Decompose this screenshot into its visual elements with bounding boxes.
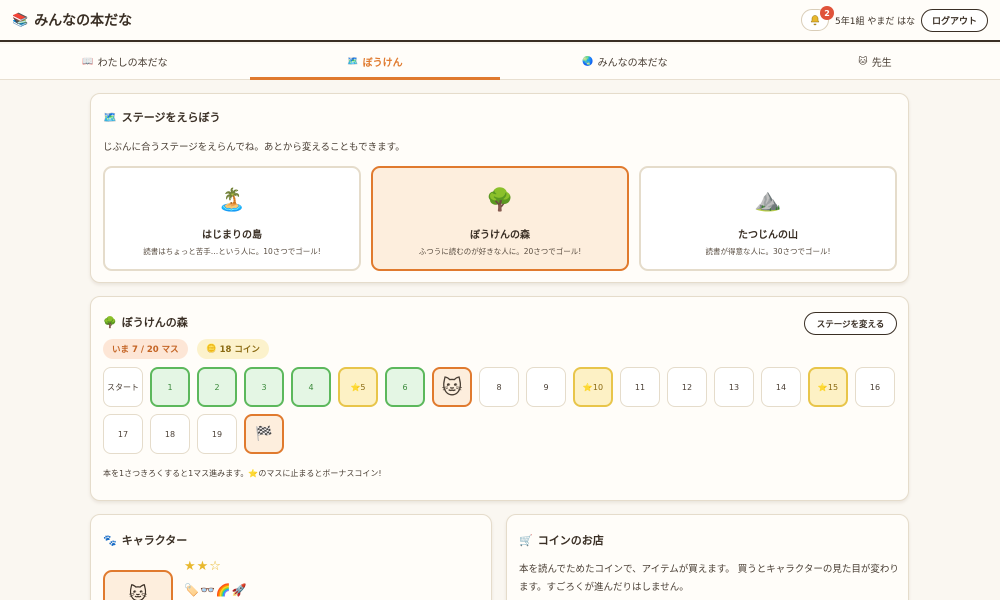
- cat-icon: 🐱: [858, 56, 868, 67]
- board-title: 🌳 ぼうけんの森: [103, 315, 188, 330]
- map-icon: 🗺️: [347, 56, 359, 67]
- board-card: 🌳 ぼうけんの森 ステージを変える いま 7 / 20 マス 🪙 18 コイン …: [90, 296, 909, 501]
- board-cell: 19: [197, 414, 237, 454]
- stage-info: 読書はちょっと苦手…という人に。10さつでゴール!: [143, 247, 321, 256]
- board-cell: 2: [197, 367, 237, 407]
- board-cell: 13: [714, 367, 754, 407]
- logout-button[interactable]: ログアウト: [921, 9, 988, 32]
- coin-badge: 🪙 18 コイン: [197, 339, 269, 359]
- board-cell: 3: [244, 367, 284, 407]
- tab-label: ぼうけん: [362, 58, 403, 69]
- globe-icon: 🌏: [582, 56, 594, 67]
- app-brand[interactable]: 📚 みんなの本だな: [12, 10, 132, 30]
- island-icon: 🏝️: [218, 188, 246, 213]
- board-cell: 6: [385, 367, 425, 407]
- board-cell: 18: [150, 414, 190, 454]
- tab-label: わたしの本だな: [97, 58, 168, 69]
- user-name: 5年1組 やまだ はな: [835, 17, 916, 27]
- mountain-icon: ⛰️: [754, 188, 782, 213]
- board-cell-current: 🐱: [432, 367, 472, 407]
- cart-icon: 🛒: [519, 533, 533, 547]
- app-header: 📚 みんなの本だな 2 5年1組 やまだ はな ログアウト: [0, 0, 1000, 42]
- stage-select-title: 🗺️ ステージをえらぼう: [103, 110, 221, 125]
- board-cell: 11: [620, 367, 660, 407]
- tab-my-bookshelf[interactable]: 📖 わたしの本だな: [0, 44, 250, 79]
- stage-info: 読書が得意な人に。30さつでゴール!: [705, 247, 831, 256]
- app-title: みんなの本だな: [34, 13, 133, 29]
- board-cell: 4: [291, 367, 331, 407]
- books-icon: 📚: [12, 12, 29, 28]
- coin-shop-card: 🛒 コインのお店 本を読んでためたコインで、アイテムが買えます。 買うとキャラク…: [506, 514, 909, 600]
- board-cell: 1: [150, 367, 190, 407]
- bell-icon: [810, 15, 820, 26]
- board-cell-goal: 🏁: [244, 414, 284, 454]
- position-badge: いま 7 / 20 マス: [103, 339, 188, 359]
- tree-icon: 🌳: [103, 315, 117, 329]
- board-note: 本を1さつきろくすると1マス進みます。⭐のマスに止まるとボーナスコイン!: [103, 469, 382, 478]
- board-cell: 8: [479, 367, 519, 407]
- notification-button[interactable]: 2: [801, 6, 834, 31]
- board-cell: 16: [855, 367, 895, 407]
- board-cell: 14: [761, 367, 801, 407]
- tab-everyone-bookshelf[interactable]: 🌏 みんなの本だな: [500, 44, 750, 79]
- character-title: 🐾 キャラクター: [103, 533, 188, 548]
- board-cell: ⭐10: [573, 367, 613, 407]
- map-icon: 🗺️: [103, 110, 117, 124]
- character-avatar[interactable]: 🐱: [103, 570, 173, 600]
- character-stars: ★★☆: [184, 559, 222, 574]
- stage-select-card: 🗺️ ステージをえらぼう じぶんに合うステージをえらんでね。あとから変えることも…: [90, 93, 909, 283]
- stage-option-mountain[interactable]: ⛰️ たつじんの山 読書が得意な人に。30さつでゴール!: [639, 166, 897, 271]
- change-stage-button[interactable]: ステージを変える: [804, 312, 897, 335]
- stage-name: ぼうけんの森: [470, 230, 530, 241]
- stage-name: はじまりの島: [202, 230, 262, 241]
- book-icon: 📖: [82, 56, 94, 67]
- board-cell: 9: [526, 367, 566, 407]
- tab-teacher[interactable]: 🐱 先生: [750, 44, 1000, 79]
- cat-icon: 🐱: [128, 584, 148, 600]
- main-tabs: 📖 わたしの本だな 🗺️ ぼうけん 🌏 みんなの本だな 🐱 先生: [0, 44, 1000, 80]
- character-card: 🐾 キャラクター 🐱 ★★☆ 🏷️👓🌈🚀: [90, 514, 492, 600]
- board-cell: ⭐15: [808, 367, 848, 407]
- board-cell: ⭐5: [338, 367, 378, 407]
- stage-select-description: じぶんに合うステージをえらんでね。あとから変えることもできます。: [103, 142, 405, 153]
- stage-option-island[interactable]: 🏝️ はじまりの島 読書はちょっと苦手…という人に。10さつでゴール!: [103, 166, 361, 271]
- notification-badge: 2: [820, 6, 834, 20]
- stage-info: ふつうに読むのが好きな人に。20さつでゴール!: [418, 247, 582, 256]
- stage-name: たつじんの山: [738, 230, 798, 241]
- board-cell-start: スタート: [103, 367, 143, 407]
- coin-icon: 🪙: [206, 344, 217, 354]
- tab-adventure[interactable]: 🗺️ ぼうけん: [250, 44, 500, 80]
- board-cell: 17: [103, 414, 143, 454]
- shop-title: 🛒 コインのお店: [519, 533, 604, 548]
- tree-icon: 🌳: [486, 188, 514, 213]
- board-cell: 12: [667, 367, 707, 407]
- shop-description: 本を読んでためたコインで、アイテムが買えます。 買うとキャラクターの見た目が変わ…: [519, 564, 899, 593]
- tab-label: みんなの本だな: [597, 58, 668, 69]
- character-items: 🏷️👓🌈🚀: [184, 583, 248, 597]
- paw-icon: 🐾: [103, 533, 117, 547]
- stage-option-forest[interactable]: 🌳 ぼうけんの森 ふつうに読むのが好きな人に。20さつでゴール!: [371, 166, 629, 271]
- tab-label: 先生: [871, 58, 892, 69]
